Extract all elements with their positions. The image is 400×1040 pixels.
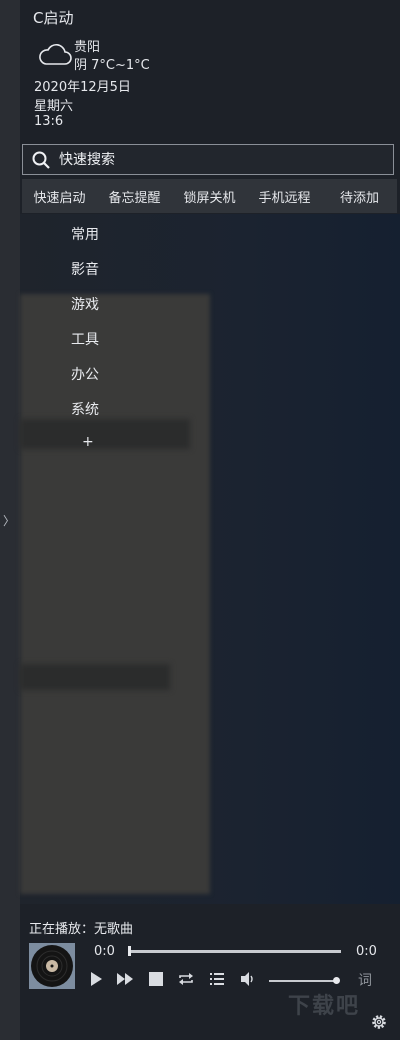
- vinyl-record-icon: [29, 943, 75, 989]
- weather-weekday: 星期六: [34, 99, 74, 114]
- search-box[interactable]: [22, 144, 394, 175]
- progress-handle[interactable]: [128, 946, 131, 956]
- blurred-text: [20, 419, 190, 449]
- tab-lock-shutdown[interactable]: 锁屏关机: [172, 187, 247, 206]
- category-list: 常用 影音 游戏 工具 办公 系统: [71, 224, 99, 434]
- category-games[interactable]: 游戏: [71, 294, 99, 329]
- category-system[interactable]: 系统: [71, 399, 99, 434]
- category-tools[interactable]: 工具: [71, 329, 99, 364]
- weather-time: 13:6: [34, 114, 64, 129]
- search-icon: [32, 151, 50, 169]
- progress-bar[interactable]: [128, 950, 341, 953]
- total-time: 0:0: [356, 944, 377, 959]
- tab-bar: 快速启动 备忘提醒 锁屏关机 手机远程 待添加: [22, 179, 397, 213]
- category-media[interactable]: 影音: [71, 259, 99, 294]
- weather-condition: 阴 7°C~1°C: [74, 58, 150, 73]
- gear-icon[interactable]: [370, 1013, 388, 1031]
- tab-phone-remote[interactable]: 手机远程: [247, 187, 322, 206]
- next-icon[interactable]: [116, 971, 134, 987]
- volume-handle[interactable]: [332, 977, 340, 984]
- lyrics-button[interactable]: 词: [358, 970, 372, 990]
- stop-icon[interactable]: [148, 971, 164, 987]
- tab-memo-reminder[interactable]: 备忘提醒: [97, 187, 172, 206]
- current-time: 0:0: [94, 944, 115, 959]
- category-common[interactable]: 常用: [71, 224, 99, 259]
- add-category-button[interactable]: +: [82, 434, 94, 450]
- tab-quick-launch[interactable]: 快速启动: [22, 187, 97, 206]
- tab-to-be-added[interactable]: 待添加: [322, 187, 397, 206]
- chevron-right-icon[interactable]: 〉: [3, 512, 15, 529]
- volume-slider[interactable]: [269, 980, 339, 982]
- play-icon[interactable]: [88, 971, 104, 987]
- album-art: [29, 943, 75, 989]
- watermark: 下载吧: [288, 994, 361, 1019]
- cloud-icon: [39, 44, 72, 65]
- category-office[interactable]: 办公: [71, 364, 99, 399]
- sidebar-collapse-strip[interactable]: 〉: [0, 0, 20, 1040]
- search-input[interactable]: [59, 145, 379, 174]
- volume-icon[interactable]: [240, 971, 256, 987]
- blurred-window: [20, 294, 210, 894]
- weather-city: 贵阳: [74, 40, 101, 55]
- playlist-icon[interactable]: [209, 971, 225, 987]
- blurred-text: [20, 664, 170, 690]
- now-playing-label: 正在播放：无歌曲: [29, 922, 134, 937]
- weather-date: 2020年12月5日: [34, 80, 131, 95]
- app-title: C启动: [33, 9, 74, 27]
- repeat-icon[interactable]: [178, 971, 194, 987]
